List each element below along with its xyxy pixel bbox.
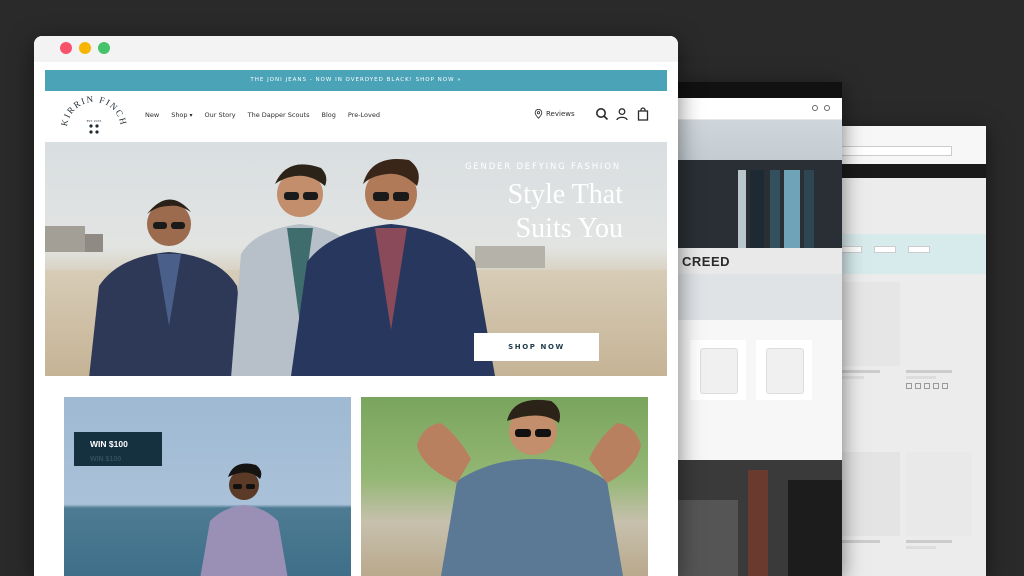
bg2-filter-banner	[830, 234, 986, 274]
main-navigation: New Shop Our Story The Dapper Scouts Blo…	[145, 111, 380, 119]
nav-item-our-story[interactable]: Our Story	[204, 111, 235, 119]
bg1-product-section	[678, 320, 842, 410]
bg2-product-card	[834, 282, 900, 379]
hero-title-line-2: Suits You	[515, 213, 623, 244]
tile-model-right	[417, 399, 641, 576]
nav-item-dapper-scouts[interactable]: The Dapper Scouts	[248, 111, 310, 119]
bg1-cart-icon	[824, 105, 830, 111]
search-icon[interactable]	[595, 107, 609, 121]
bg1-hero-storefront: CREED	[678, 120, 842, 320]
promo-tile-left[interactable]: WIN $100 WIN $100	[64, 397, 351, 576]
hero-banner: GENDER DEFYING FASHION Style That Suits …	[45, 142, 667, 376]
bg2-nav-bar	[830, 164, 986, 178]
tile-model-left	[200, 463, 288, 576]
account-icon[interactable]	[615, 107, 629, 121]
hero-kicker: GENDER DEFYING FASHION	[465, 162, 621, 172]
bg1-top-bar	[678, 82, 842, 98]
bg2-product-card	[906, 452, 972, 549]
bg1-sign-text: CREED	[682, 254, 731, 269]
bg1-store-sign: CREED	[678, 248, 842, 274]
hero-title: Style That Suits You	[443, 178, 623, 246]
map-pin-icon	[534, 109, 543, 119]
win-100-badge[interactable]: WIN $100 WIN $100	[74, 432, 162, 466]
minimize-window-button[interactable]	[79, 42, 91, 54]
maximize-window-button[interactable]	[98, 42, 110, 54]
site-header: KIRRIN FINCH EST. 2015 New Shop Our Stor…	[45, 91, 667, 142]
bg2-product-card	[906, 282, 972, 389]
background-window-store: CREED	[678, 82, 842, 576]
bg2-header	[830, 126, 986, 164]
bg1-product-card	[690, 340, 746, 400]
win-badge-ghost-text: WIN $100	[90, 456, 122, 463]
shop-now-button[interactable]: SHOP NOW	[474, 333, 599, 361]
bg2-filter-pill	[908, 246, 930, 253]
promo-tile-right[interactable]	[361, 397, 648, 576]
nav-item-blog[interactable]: Blog	[322, 111, 336, 119]
svg-text:EST. 2015: EST. 2015	[87, 119, 102, 123]
bg1-footer-image	[678, 460, 842, 576]
bg1-search-icon	[812, 105, 818, 111]
background-window-collection	[830, 126, 986, 576]
nav-item-shop[interactable]: Shop	[171, 111, 192, 119]
bg1-nav	[678, 98, 842, 120]
bg2-filter-pill	[874, 246, 896, 253]
announcement-bar[interactable]: THE JONI JEANS - NOW IN OVERDYED BLACK! …	[45, 70, 667, 91]
nav-item-pre-loved[interactable]: Pre-Loved	[348, 111, 380, 119]
bg2-product-card	[834, 452, 900, 543]
browser-window: THE JONI JEANS - NOW IN OVERDYED BLACK! …	[34, 36, 678, 576]
reviews-label: Reviews	[546, 110, 575, 118]
cart-icon[interactable]	[636, 107, 650, 121]
nav-item-new[interactable]: New	[145, 111, 159, 119]
browser-titlebar	[34, 36, 678, 62]
bg1-product-card	[756, 340, 812, 400]
close-window-button[interactable]	[60, 42, 72, 54]
bg2-filter-pill	[840, 246, 862, 253]
reviews-link[interactable]: Reviews	[534, 109, 575, 119]
storefront-page: THE JONI JEANS - NOW IN OVERDYED BLACK! …	[45, 70, 667, 576]
hero-title-line-1: Style That	[507, 179, 623, 210]
brand-logo[interactable]: KIRRIN FINCH EST. 2015	[59, 94, 127, 141]
bg2-search-bar	[840, 146, 952, 156]
